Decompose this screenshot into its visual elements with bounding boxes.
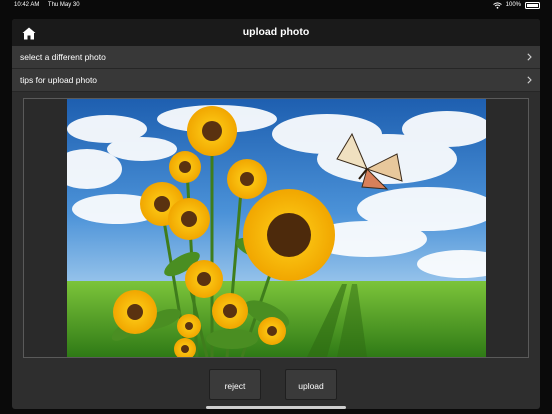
- home-indicator: [206, 406, 346, 409]
- status-date: Thu May 30: [47, 2, 80, 8]
- status-bar: 10:42 AM Thu May 30 100%: [0, 0, 552, 10]
- tips-upload-photo-row[interactable]: tips for upload photo: [12, 69, 540, 92]
- home-button[interactable]: [20, 25, 38, 41]
- tips-upload-photo-label: tips for upload photo: [20, 75, 98, 85]
- wifi-icon: [492, 1, 502, 9]
- status-left: 10:42 AM Thu May 30: [14, 0, 87, 10]
- app-frame: upload photo select a different photo ti…: [12, 19, 540, 409]
- photo-preview-image: [67, 99, 486, 357]
- battery-percent: 100%: [505, 2, 521, 8]
- reject-button[interactable]: reject: [209, 369, 261, 400]
- photo-preview-frame: [23, 98, 529, 358]
- select-different-photo-row[interactable]: select a different photo: [12, 46, 540, 69]
- home-icon: [22, 27, 36, 39]
- chevron-right-icon: [527, 76, 532, 84]
- nav-bar: upload photo: [12, 19, 540, 46]
- status-time: 10:42 AM: [14, 2, 40, 8]
- status-right: 100%: [492, 0, 540, 10]
- upload-button[interactable]: upload: [285, 369, 337, 400]
- page-title: upload photo: [242, 26, 310, 38]
- battery-icon: [525, 1, 540, 9]
- select-different-photo-label: select a different photo: [20, 52, 106, 62]
- chevron-right-icon: [527, 53, 532, 61]
